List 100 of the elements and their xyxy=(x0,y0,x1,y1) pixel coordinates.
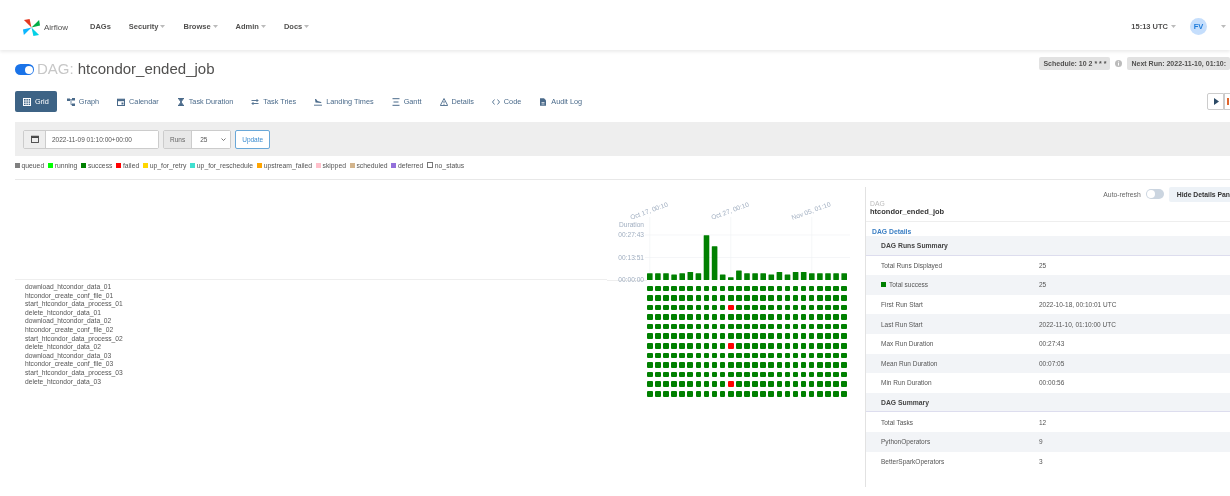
task-status-square[interactable] xyxy=(784,381,791,388)
task-status-square[interactable] xyxy=(655,381,661,388)
task-status-square[interactable] xyxy=(711,371,718,378)
task-status-square[interactable] xyxy=(679,352,685,359)
task-status-square[interactable] xyxy=(671,285,677,292)
task-status-square[interactable] xyxy=(784,314,791,320)
task-status-square[interactable] xyxy=(752,333,758,340)
task-status-square[interactable] xyxy=(736,371,742,378)
task-status-square[interactable] xyxy=(687,371,694,378)
task-status-square[interactable] xyxy=(711,343,718,349)
task-status-square[interactable] xyxy=(841,333,847,340)
duration-bar[interactable] xyxy=(671,274,677,280)
duration-bar[interactable] xyxy=(784,274,791,280)
task-status-square[interactable] xyxy=(679,285,685,292)
task-status-square[interactable] xyxy=(719,333,726,340)
task-status-square[interactable] xyxy=(719,295,726,301)
task-status-square[interactable] xyxy=(841,371,847,378)
task-status-square[interactable] xyxy=(800,304,807,311)
duration-bar[interactable] xyxy=(719,274,726,280)
task-status-square[interactable] xyxy=(727,352,734,359)
task-status-square[interactable] xyxy=(808,381,815,388)
task-status-square[interactable] xyxy=(711,391,718,397)
task-status-square[interactable] xyxy=(711,381,718,388)
task-status-square[interactable] xyxy=(816,285,823,292)
task-status-square[interactable] xyxy=(784,343,791,349)
task-status-square[interactable] xyxy=(703,295,710,301)
task-status-square[interactable] xyxy=(800,362,807,368)
task-status-square[interactable] xyxy=(833,333,839,340)
task-status-square[interactable] xyxy=(816,304,823,311)
task-status-square[interactable] xyxy=(841,352,847,359)
task-status-square[interactable] xyxy=(711,285,718,292)
task-status-square[interactable] xyxy=(833,352,839,359)
task-status-square[interactable] xyxy=(800,352,807,359)
task-status-square[interactable] xyxy=(671,333,677,340)
task-status-square[interactable] xyxy=(776,391,783,397)
task-status-square[interactable] xyxy=(695,333,702,340)
task-status-square[interactable] xyxy=(647,371,653,378)
task-status-square[interactable] xyxy=(687,362,694,368)
task-status-square[interactable] xyxy=(776,362,783,368)
task-status-square[interactable] xyxy=(703,323,710,330)
task-status-square[interactable] xyxy=(808,333,815,340)
pause-toggle[interactable] xyxy=(15,64,34,75)
task-status-square[interactable] xyxy=(663,304,669,311)
task-status-square[interactable] xyxy=(841,381,847,388)
task-status-square[interactable] xyxy=(776,295,783,301)
task-status-square[interactable] xyxy=(647,381,653,388)
task-status-square[interactable] xyxy=(647,285,653,292)
task-status-square[interactable] xyxy=(727,323,734,330)
task-status-square[interactable] xyxy=(711,323,718,330)
task-status-square[interactable] xyxy=(711,304,718,311)
task-status-square[interactable] xyxy=(687,343,694,349)
task-status-square[interactable] xyxy=(647,352,653,359)
duration-bar[interactable] xyxy=(711,246,718,280)
task-status-square[interactable] xyxy=(752,304,758,311)
task-status-square[interactable] xyxy=(727,391,734,397)
task-status-square[interactable] xyxy=(736,323,742,330)
task-status-square[interactable] xyxy=(792,333,799,340)
task-status-square[interactable] xyxy=(679,381,685,388)
task-status-square[interactable] xyxy=(816,371,823,378)
task-status-square[interactable] xyxy=(695,391,702,397)
task-status-square[interactable] xyxy=(776,285,783,292)
task-status-square[interactable] xyxy=(841,285,847,292)
task-status-square[interactable] xyxy=(816,323,823,330)
task-status-square[interactable] xyxy=(663,381,669,388)
task-status-square[interactable] xyxy=(760,352,766,359)
duration-bar[interactable] xyxy=(728,277,734,280)
task-status-square[interactable] xyxy=(647,304,653,311)
task-status-square[interactable] xyxy=(679,304,685,311)
task-status-square[interactable] xyxy=(784,333,791,340)
task-status-square[interactable] xyxy=(703,304,710,311)
task-status-square[interactable] xyxy=(647,333,653,340)
auto-refresh-toggle[interactable] xyxy=(1145,189,1164,199)
task-status-square[interactable] xyxy=(727,304,734,311)
task-status-square[interactable] xyxy=(719,304,726,311)
task-status-square[interactable] xyxy=(687,314,694,320)
task-status-square[interactable] xyxy=(776,352,783,359)
task-status-square[interactable] xyxy=(711,314,718,320)
task-status-square[interactable] xyxy=(816,343,823,349)
task-status-square[interactable] xyxy=(792,352,799,359)
task-status-square[interactable] xyxy=(784,391,791,397)
task-status-square[interactable] xyxy=(768,371,774,378)
task-status-square[interactable] xyxy=(752,371,758,378)
task-status-square[interactable] xyxy=(792,314,799,320)
task-status-square[interactable] xyxy=(752,381,758,388)
brand-name[interactable]: Airflow xyxy=(44,23,68,32)
task-status-square[interactable] xyxy=(711,333,718,340)
task-status-square[interactable] xyxy=(744,333,750,340)
task-status-square[interactable] xyxy=(768,323,774,330)
task-status-square[interactable] xyxy=(776,323,783,330)
task-status-square[interactable] xyxy=(703,343,710,349)
duration-bar[interactable] xyxy=(695,273,702,280)
task-status-square[interactable] xyxy=(703,314,710,320)
task-status-square[interactable] xyxy=(825,352,831,359)
task-status-square[interactable] xyxy=(727,314,734,320)
task-status-square[interactable] xyxy=(703,285,710,292)
task-status-square[interactable] xyxy=(744,352,750,359)
task-status-square[interactable] xyxy=(727,381,734,388)
task-status-square[interactable] xyxy=(695,304,702,311)
task-status-square[interactable] xyxy=(833,323,839,330)
task-status-square[interactable] xyxy=(695,352,702,359)
